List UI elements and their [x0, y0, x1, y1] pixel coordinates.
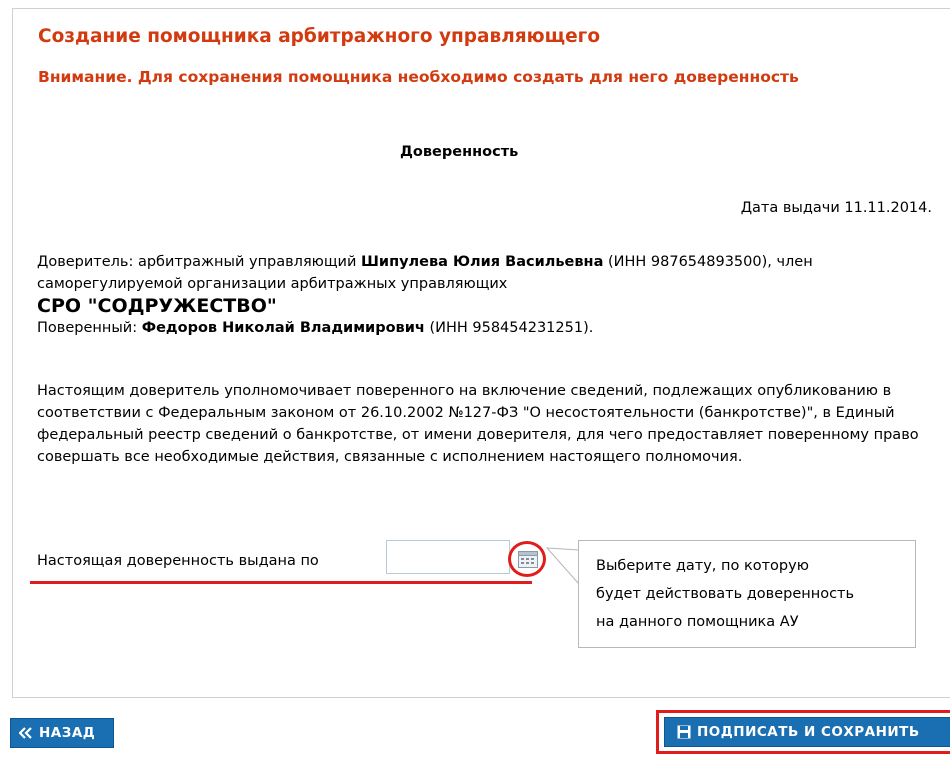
page-title: Создание помощника арбитражного управляю… — [38, 26, 601, 47]
sign-and-save-button[interactable]: ПОДПИСАТЬ И СОХРАНИТЬ — [664, 717, 950, 747]
issue-date: Дата выдачи 11.11.2014. — [740, 200, 932, 216]
floppy-disk-icon — [677, 725, 691, 739]
tooltip-line-1: Выберите дату, по которую — [596, 558, 809, 574]
valid-until-label: Настоящая доверенность выдана по — [37, 553, 319, 569]
authority-paragraph: Настоящим доверитель уполномочивает пове… — [37, 383, 919, 465]
double-chevron-left-icon — [19, 727, 33, 739]
save-button-label: ПОДПИСАТЬ И СОХРАНИТЬ — [697, 724, 920, 740]
valid-until-highlight-underline — [30, 581, 532, 584]
attorney-inn: (ИНН 958454231251). — [424, 320, 594, 336]
principal-name: Шипулева Юлия Васильевна — [361, 254, 604, 270]
principal-prefix: Доверитель: арбитражный управляющий — [37, 254, 361, 270]
sro-name: СРО "СОДРУЖЕСТВО" — [37, 295, 277, 317]
calendar-highlight-circle — [508, 541, 546, 577]
tooltip-pointer — [546, 547, 580, 587]
document-heading: Доверенность — [400, 144, 519, 160]
date-hint-tooltip: Выберите дату, по которую будет действов… — [578, 540, 916, 648]
warning-message: Внимание. Для сохранения помощника необх… — [38, 68, 799, 86]
principal-paragraph: Доверитель: арбитражный управляющий Шипу… — [37, 251, 937, 339]
tooltip-line-3: на данного помощника АУ — [596, 614, 799, 630]
valid-until-date-input[interactable] — [386, 540, 510, 574]
back-button[interactable]: НАЗАД — [10, 718, 114, 748]
back-button-label: НАЗАД — [39, 725, 96, 741]
attorney-prefix: Поверенный: — [37, 320, 142, 336]
attorney-name: Федоров Николай Владимирович — [141, 320, 425, 336]
tooltip-line-2: будет действовать доверенность — [596, 586, 855, 602]
